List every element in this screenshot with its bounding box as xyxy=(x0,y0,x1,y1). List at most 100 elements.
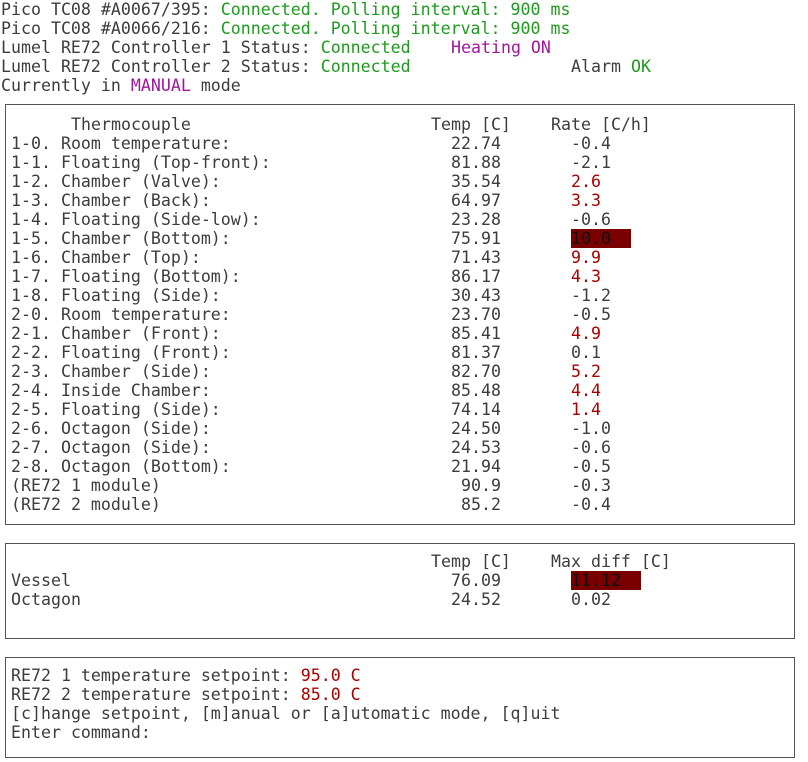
thermocouple-rate: 9.9 xyxy=(571,248,601,267)
thermocouple-name: 2-5. Floating (Side): xyxy=(11,400,221,419)
thermocouple-temp: 85.48 xyxy=(451,381,501,400)
thermocouple-temp: 82.70 xyxy=(451,362,501,381)
thermocouple-temp: 24.53 xyxy=(451,438,501,457)
thermocouple-name: 1-0. Room temperature: xyxy=(11,134,231,153)
summary-temp: 24.52 xyxy=(451,590,501,609)
command-prompt[interactable]: Enter command: xyxy=(11,723,151,742)
thermocouple-rate: -0.4 xyxy=(571,495,611,514)
summary-name: Vessel xyxy=(11,571,71,590)
thermocouple-rate: 4.9 xyxy=(571,324,601,343)
thermocouple-rate: 1.4 xyxy=(571,400,601,419)
thermocouple-rate: -1.0 xyxy=(571,419,611,438)
command-help: [c]hange setpoint, [m]anual or [a]utomat… xyxy=(11,704,561,723)
thermocouple-temp: 90.9 xyxy=(461,476,501,495)
re72-2-status: Lumel RE72 Controller 2 Status: Connecte… xyxy=(1,57,411,76)
thermocouple-temp: 22.74 xyxy=(451,134,501,153)
thermocouple-temp: 24.50 xyxy=(451,419,501,438)
thermocouple-rate: -0.3 xyxy=(571,476,611,495)
header-max-diff: Max diff [C] xyxy=(551,552,671,571)
label: Currently in xyxy=(1,76,131,95)
re72-1-status: Lumel RE72 Controller 1 Status: Connecte… xyxy=(1,38,411,57)
thermocouple-temp: 81.88 xyxy=(451,153,501,172)
thermocouple-rate: 4.3 xyxy=(571,267,601,286)
setpoint-2: RE72 2 temperature setpoint: 85.0 C xyxy=(11,685,361,704)
thermocouple-temp: 30.43 xyxy=(451,286,501,305)
thermocouple-name: 1-1. Floating (Top-front): xyxy=(11,153,271,172)
thermocouple-rate: 0.1 xyxy=(571,343,601,362)
thermocouple-name: 1-4. Floating (Side-low): xyxy=(11,210,261,229)
re72-2-state: Connected xyxy=(320,57,411,76)
thermocouple-name: 2-8. Octagon (Bottom): xyxy=(11,457,231,476)
setpoint-2-value: 85.0 C xyxy=(300,685,361,704)
thermocouple-temp: 85.2 xyxy=(461,495,501,514)
mode-value: MANUAL xyxy=(130,76,191,95)
re72-1-state: Connected xyxy=(320,38,411,57)
thermocouple-temp: 86.17 xyxy=(451,267,501,286)
control-panel: RE72 1 temperature setpoint: 95.0 C RE72… xyxy=(5,657,795,758)
thermocouple-name: (RE72 1 module) xyxy=(11,476,161,495)
thermocouple-name: 2-7. Octagon (Side): xyxy=(11,438,211,457)
summary-panel: Temp [C] Max diff [C] Vessel 76.09 11.12 Oc… xyxy=(5,543,795,639)
thermocouple-panel: Thermocouple Temp [C] Rate [C/h] 1-0. Ro… xyxy=(5,104,795,525)
pico2-status: Pico TC08 #A0066/216: Connected. Polling… xyxy=(1,19,570,38)
thermocouple-rate: -2.1 xyxy=(571,153,611,172)
thermocouple-temp: 64.97 xyxy=(451,191,501,210)
header-thermocouple: Thermocouple xyxy=(71,115,191,134)
label: mode xyxy=(190,76,241,95)
label: Lumel RE72 Controller 1 Status: xyxy=(1,38,321,57)
thermocouple-name: 1-3. Chamber (Back): xyxy=(11,191,211,210)
summary-temp: 76.09 xyxy=(451,571,501,590)
thermocouple-name: 1-5. Chamber (Bottom): xyxy=(11,229,231,248)
thermocouple-temp: 85.41 xyxy=(451,324,501,343)
label: Pico TC08 #A0066/216: xyxy=(1,19,221,38)
thermocouple-name: 2-0. Room temperature: xyxy=(11,305,231,324)
thermocouple-name: 2-2. Floating (Front): xyxy=(11,343,231,362)
alarm-status: Alarm OK xyxy=(571,57,651,76)
pico1-status: Pico TC08 #A0067/395: Connected. Polling… xyxy=(1,0,570,19)
header-rate: Rate [C/h] xyxy=(551,115,651,134)
thermocouple-temp: 35.54 xyxy=(451,172,501,191)
thermocouple-rate: -0.4 xyxy=(571,134,611,153)
label: RE72 2 temperature setpoint: xyxy=(11,685,301,704)
thermocouple-name: 2-6. Octagon (Side): xyxy=(11,419,211,438)
label: RE72 1 temperature setpoint: xyxy=(11,666,301,685)
label: Lumel RE72 Controller 2 Status: xyxy=(1,57,321,76)
thermocouple-rate: 10.0 xyxy=(571,229,631,248)
setpoint-1-value: 95.0 C xyxy=(300,666,361,685)
thermocouple-temp: 21.94 xyxy=(451,457,501,476)
thermocouple-rate: 3.3 xyxy=(571,191,601,210)
thermocouple-rate: -0.5 xyxy=(571,457,611,476)
summary-max-diff: 11.12 xyxy=(571,571,641,590)
thermocouple-name: 2-3. Chamber (Side): xyxy=(11,362,211,381)
thermocouple-temp: 75.91 xyxy=(451,229,501,248)
thermocouple-rate: 5.2 xyxy=(571,362,601,381)
setpoint-1: RE72 1 temperature setpoint: 95.0 C xyxy=(11,666,361,685)
thermocouple-rate: 4.4 xyxy=(571,381,601,400)
pico1-state: Connected. Polling interval: 900 ms xyxy=(220,0,571,19)
thermocouple-temp: 23.28 xyxy=(451,210,501,229)
thermocouple-name: 2-4. Inside Chamber: xyxy=(11,381,211,400)
thermocouple-temp: 23.70 xyxy=(451,305,501,324)
thermocouple-name: 2-1. Chamber (Front): xyxy=(11,324,221,343)
thermocouple-rate: -0.6 xyxy=(571,438,611,457)
thermocouple-temp: 81.37 xyxy=(451,343,501,362)
alarm-label: Alarm xyxy=(571,57,631,76)
pico2-state: Connected. Polling interval: 900 ms xyxy=(220,19,571,38)
thermocouple-name: (RE72 2 module) xyxy=(11,495,161,514)
thermocouple-name: 1-6. Chamber (Top): xyxy=(11,248,201,267)
thermocouple-temp: 71.43 xyxy=(451,248,501,267)
thermocouple-rate: -0.6 xyxy=(571,210,611,229)
alarm-value: OK xyxy=(630,57,651,76)
label: Pico TC08 #A0067/395: xyxy=(1,0,221,19)
header-temp: Temp [C] xyxy=(431,115,511,134)
heating-status: Heating ON xyxy=(451,38,551,57)
thermocouple-name: 1-7. Floating (Bottom): xyxy=(11,267,241,286)
thermocouple-name: 1-2. Chamber (Valve): xyxy=(11,172,221,191)
mode-line: Currently in MANUAL mode xyxy=(1,76,241,95)
thermocouple-temp: 74.14 xyxy=(451,400,501,419)
thermocouple-rate: 2.6 xyxy=(571,172,601,191)
thermocouple-rate: -1.2 xyxy=(571,286,611,305)
thermocouple-name: 1-8. Floating (Side): xyxy=(11,286,221,305)
header-temp: Temp [C] xyxy=(431,552,511,571)
thermocouple-rate: -0.5 xyxy=(571,305,611,324)
